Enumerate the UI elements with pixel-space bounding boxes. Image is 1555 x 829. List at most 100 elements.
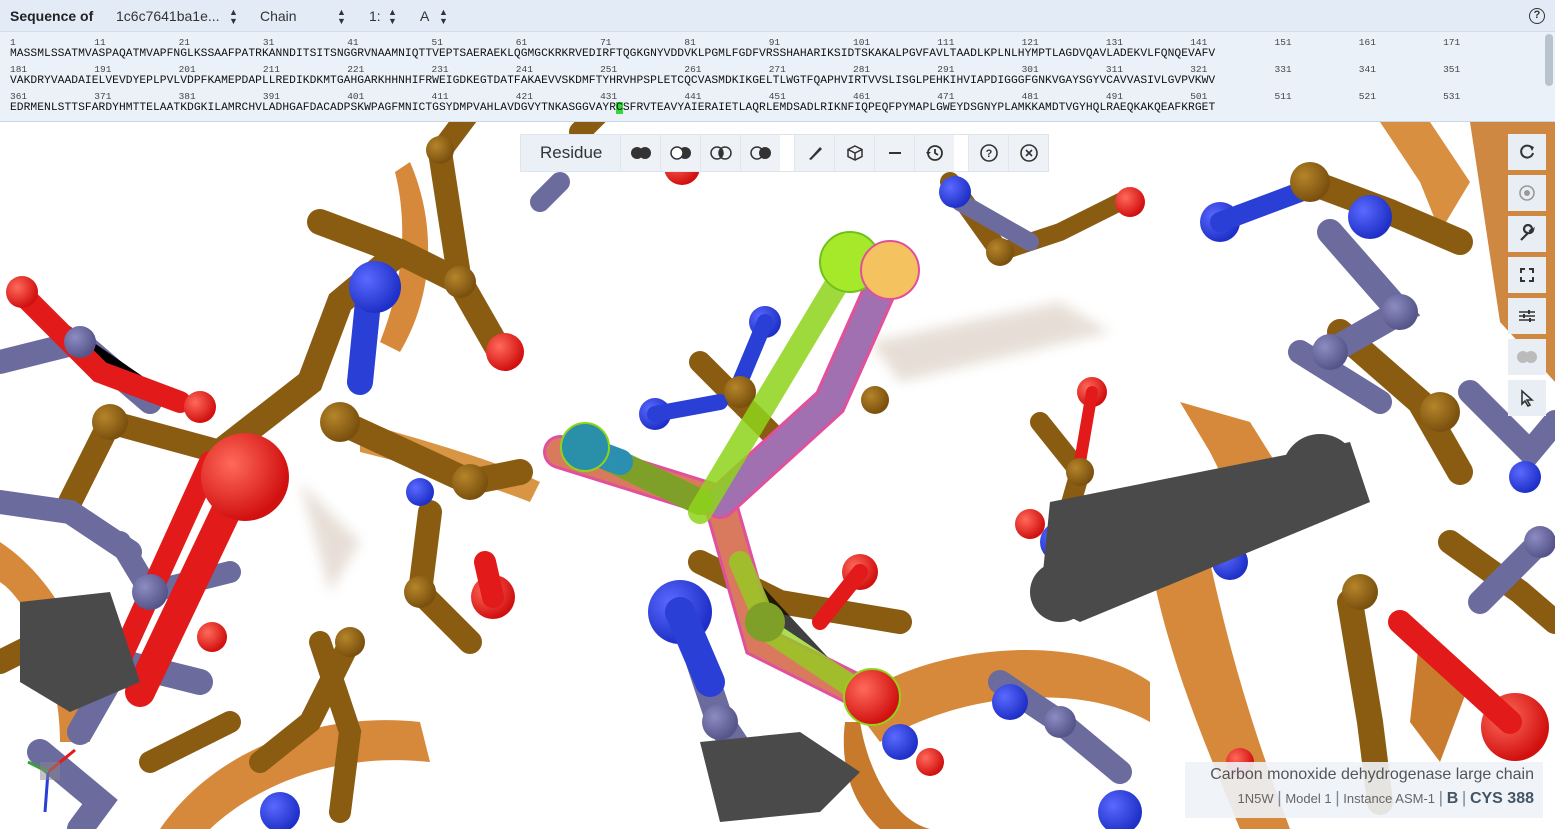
sequence-body[interactable]: 1 11 21 31 41 51 61 71 81 91 101 111 121 131 141 151 161… xyxy=(10,37,1542,118)
sequence-position-label: 331 xyxy=(1274,64,1292,75)
selection-mode-icon[interactable] xyxy=(1508,339,1546,375)
close-icon[interactable] xyxy=(1008,135,1048,171)
sequence-position-label: 311 xyxy=(1105,64,1123,75)
sequence-position-label: 441 xyxy=(684,91,702,102)
separator: | xyxy=(1335,788,1340,807)
sequence-position-label: 261 xyxy=(684,64,702,75)
sequence-of-label: Sequence of xyxy=(10,8,94,24)
sequence-position-label: 511 xyxy=(1274,91,1292,102)
sequence-position-label: 11 xyxy=(94,37,106,48)
minus-icon[interactable] xyxy=(874,135,914,171)
sequence-scrollbar[interactable] xyxy=(1545,34,1553,86)
pointer-icon[interactable] xyxy=(1508,380,1546,416)
sequence-panel: Sequence of 1c6c7641ba1e... ▲ ▼ Chain ▲ ▼ … xyxy=(0,0,1555,122)
molecule-render[interactable] xyxy=(0,122,1555,829)
sequence-position-label: 301 xyxy=(1021,64,1039,75)
sequence-position-label: 371 xyxy=(94,91,112,102)
sequence-position-label: 491 xyxy=(1105,91,1123,102)
union-icon[interactable] xyxy=(620,135,660,171)
chain-select-value: A xyxy=(420,8,430,24)
sequence-position-label: 141 xyxy=(1190,37,1208,48)
sequence-position-label: 151 xyxy=(1274,37,1292,48)
sequence-position-label: 341 xyxy=(1358,64,1376,75)
sequence-numbers: 1 11 21 31 41 51 61 71 81 91 101 111 121 131 141 151 161… xyxy=(10,37,1542,48)
sequence-position-label: 481 xyxy=(1021,91,1039,102)
selection-toolbar: Residue ? xyxy=(520,134,1050,172)
sequence-position-label: 251 xyxy=(600,64,618,75)
reset-view-icon[interactable] xyxy=(1508,134,1546,170)
sequence-line[interactable]: 1 11 21 31 41 51 61 71 81 91 101 111 121 131 141 151 161… xyxy=(10,37,1542,64)
sequence-line[interactable]: 181 191 201 211 221 231 241 251 261 271 281 291 301 3… xyxy=(10,64,1542,91)
sequence-position-label: 501 xyxy=(1190,91,1208,102)
sliders-icon[interactable] xyxy=(1508,298,1546,334)
sequence-position-label: 241 xyxy=(515,64,533,75)
highlight-info: Carbon monoxide dehydrogenase large chai… xyxy=(1185,762,1543,818)
sequence-numbers: 181 191 201 211 221 231 241 251 261 271 281 291 301 3… xyxy=(10,64,1542,75)
toolbar-gap xyxy=(954,135,969,171)
sequence-position-label: 221 xyxy=(347,64,365,75)
sequence-help-icon[interactable]: ? xyxy=(1529,8,1545,24)
sequence-position-label: 31 xyxy=(262,37,275,48)
sequence-position-label: 271 xyxy=(768,64,786,75)
model-label: Model 1 xyxy=(1285,791,1332,806)
sequence-numbers: 361 371 381 391 401 411 421 431 441 451 461 471 481 4… xyxy=(10,91,1542,102)
sequence-position-label: 321 xyxy=(1190,64,1208,75)
sequence-text[interactable]: EDRMENLSTTSFARDYHMTTELAATKDGKILAMRCHVLAD… xyxy=(10,102,1215,114)
sequence-position-label: 41 xyxy=(347,37,359,48)
sequence-text[interactable]: MASSMLSSATMVASPAQATMVAPFNGLKSSAAFPATRKAN… xyxy=(10,48,1215,60)
sequence-position-label: 1 xyxy=(10,37,16,48)
chain-select[interactable]: A ▲ ▼ xyxy=(420,8,450,26)
sequence-position-label: 391 xyxy=(262,91,280,102)
svg-text:?: ? xyxy=(986,148,993,160)
help-icon[interactable]: ? xyxy=(968,135,1008,171)
sequence-position-label: 351 xyxy=(1443,64,1461,75)
subtract-icon[interactable] xyxy=(660,135,700,171)
sequence-position-label: 471 xyxy=(937,91,955,102)
sequence-position-label: 121 xyxy=(1021,37,1039,48)
sequence-position-label: 211 xyxy=(262,64,280,75)
kind-select[interactable]: Chain ▲ ▼ xyxy=(260,8,348,26)
sequence-header: Sequence of 1c6c7641ba1e... ▲ ▼ Chain ▲ ▼ … xyxy=(0,0,1555,32)
sequence-position-label: 401 xyxy=(347,91,365,102)
viewport-controls xyxy=(1508,134,1546,421)
sequence-position-label: 521 xyxy=(1358,91,1376,102)
select-arrows-icon: ▲ ▼ xyxy=(439,7,448,26)
highlighted-residue[interactable]: C xyxy=(616,102,623,114)
sequence-position-label: 191 xyxy=(94,64,112,75)
entity-title: Carbon monoxide dehydrogenase large chai… xyxy=(1210,766,1534,783)
sequence-position-label: 281 xyxy=(853,64,871,75)
selection-mode-label[interactable]: Residue xyxy=(521,135,621,171)
wrench-icon[interactable] xyxy=(1508,216,1546,252)
sequence-position-label: 531 xyxy=(1443,91,1461,102)
separator: | xyxy=(1461,788,1467,807)
paint-icon[interactable] xyxy=(794,135,834,171)
camera-icon[interactable] xyxy=(1508,175,1546,211)
select-arrows-icon: ▲ ▼ xyxy=(388,7,397,26)
sequence-position-label: 171 xyxy=(1443,37,1461,48)
separator: | xyxy=(1438,788,1444,807)
sequence-position-label: 291 xyxy=(937,64,955,75)
residue-label: CYS 388 xyxy=(1469,790,1534,807)
fullscreen-icon[interactable] xyxy=(1508,257,1546,293)
chain-label: B xyxy=(1446,790,1459,807)
sequence-position-label: 161 xyxy=(1358,37,1376,48)
set-icon[interactable] xyxy=(740,135,780,171)
selected-residue-cys388[interactable] xyxy=(543,231,920,726)
intersect-icon[interactable] xyxy=(700,135,740,171)
sequence-position-label: 81 xyxy=(684,37,696,48)
molecule-viewport[interactable] xyxy=(0,122,1555,829)
sequence-position-label: 71 xyxy=(600,37,612,48)
instance-select[interactable]: 1: ▲ ▼ xyxy=(369,8,399,26)
sequence-position-label: 461 xyxy=(853,91,871,102)
sequence-line[interactable]: 361 371 381 391 401 411 421 431 441 451 461 471 481 4… xyxy=(10,91,1542,118)
sequence-position-label: 201 xyxy=(178,64,196,75)
sequence-text[interactable]: VAKDRYVAADAIELVEVDYEPLPVLVDPFKAMEPDAPLLR… xyxy=(10,75,1215,87)
entity-select[interactable]: 1c6c7641ba1e... ▲ ▼ xyxy=(116,8,240,26)
sequence-position-label: 101 xyxy=(853,37,871,48)
sequence-position-label: 21 xyxy=(178,37,190,48)
instance-select-value: 1: xyxy=(369,8,381,24)
sequence-position-label: 181 xyxy=(10,64,28,75)
sequence-position-label: 451 xyxy=(768,91,786,102)
history-icon[interactable] xyxy=(914,135,954,171)
cube-icon[interactable] xyxy=(834,135,874,171)
